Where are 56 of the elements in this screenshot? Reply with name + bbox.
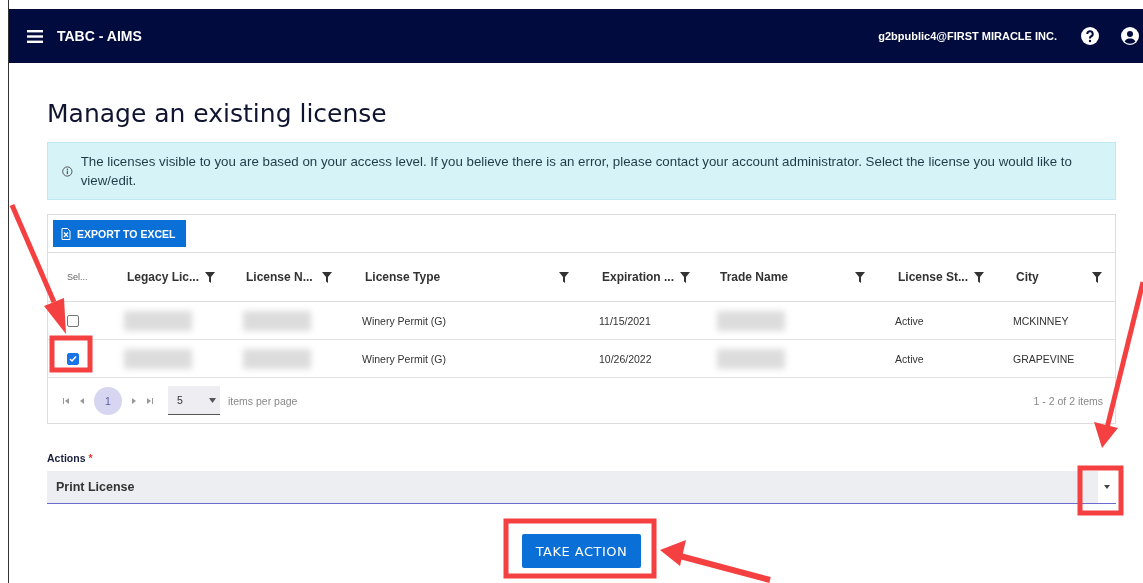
filter-icon[interactable] [974, 271, 985, 283]
redacted-value [124, 310, 192, 331]
page-button[interactable]: 1 [94, 386, 122, 415]
export-button[interactable]: EXPORT TO EXCEL [53, 220, 187, 247]
menu-icon[interactable] [27, 29, 43, 43]
next-page-icon[interactable] [130, 396, 138, 405]
user-account: g2bpublic4@FIRST MIRACLE INC. [878, 30, 1057, 42]
column-header[interactable]: Expiration ... [602, 270, 674, 284]
table-cell: Winery Permit (G) [362, 314, 446, 327]
column-header[interactable]: License St... [898, 270, 969, 284]
page-size-label: items per page [228, 394, 298, 407]
column-header[interactable]: License Type [365, 270, 441, 284]
column-header[interactable]: Trade Name [720, 270, 789, 284]
column-header[interactable]: Legacy Lic... [127, 270, 200, 284]
filter-icon[interactable] [322, 271, 332, 283]
actions-label: Actions * [47, 452, 94, 464]
page-title: Manage an existing license [47, 99, 388, 128]
help-icon[interactable] [1081, 27, 1099, 45]
notice-text: The licenses visible to you are based on your access level. If you believe there is an error, please contact your account administrator. Select the license you would like to view/edit. [80, 153, 1073, 190]
column-header[interactable]: Sel... [67, 272, 88, 282]
user-icon[interactable] [1121, 27, 1139, 45]
previous-page-icon[interactable] [78, 396, 86, 405]
table-cell: 10/26/2022 [599, 352, 652, 365]
redacted-value [124, 348, 192, 369]
actions-select[interactable]: Print License [47, 471, 1116, 504]
redacted-value [243, 348, 311, 369]
row-checkbox[interactable] [67, 314, 79, 327]
info-icon [62, 166, 73, 177]
table-cell: MCKINNEY [1013, 314, 1069, 327]
filter-icon[interactable] [205, 271, 216, 283]
redacted-value [717, 348, 785, 369]
first-page-icon[interactable] [62, 396, 70, 405]
column-header[interactable]: License N... [246, 270, 313, 284]
pager-summary: 1 - 2 of 2 items [1033, 394, 1103, 407]
app-title: TABC - AIMS [57, 28, 142, 44]
last-page-icon[interactable] [146, 396, 154, 405]
highlight-frame [49, 335, 93, 373]
caret-icon [1104, 485, 1110, 489]
table-cell: GRAPEVINE [1013, 352, 1075, 365]
redacted-value [243, 310, 311, 331]
filter-icon[interactable] [855, 271, 865, 283]
table-cell: Winery Permit (G) [362, 352, 446, 365]
excel-file-icon [61, 227, 71, 240]
redacted-value [717, 310, 785, 331]
page-size-select[interactable]: 5 [168, 386, 220, 415]
column-header[interactable]: City [1016, 270, 1039, 284]
table-cell: Active [895, 352, 924, 365]
take-action-button[interactable]: TAKE ACTION [521, 534, 642, 568]
table-cell: Active [895, 314, 924, 327]
filter-icon[interactable] [559, 271, 569, 283]
caret-icon [209, 397, 216, 403]
highlight-frame [1077, 465, 1124, 516]
row-checkbox[interactable] [67, 352, 79, 365]
filter-icon[interactable] [680, 271, 690, 283]
table-cell: 11/15/2021 [599, 314, 651, 327]
filter-icon[interactable] [1092, 271, 1102, 283]
